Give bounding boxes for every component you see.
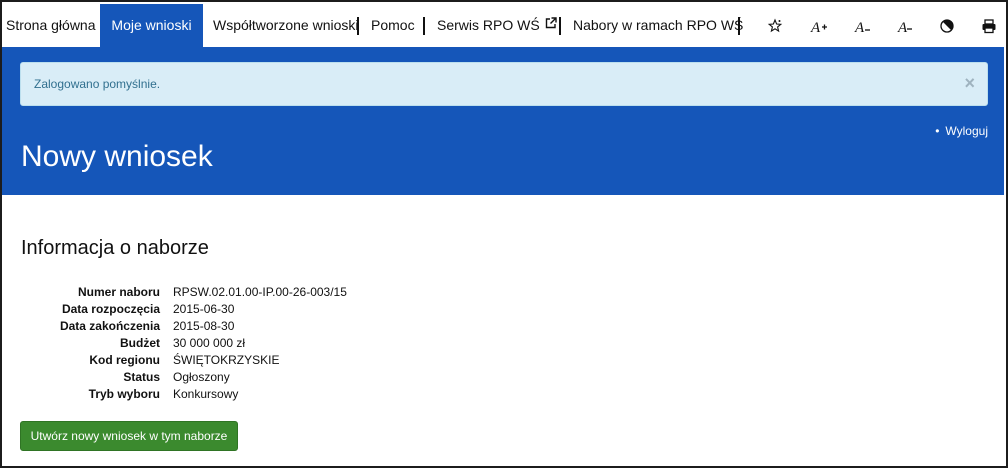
nav-separator [559,17,561,35]
section-title: Informacja o naborze [21,237,209,259]
success-alert: Zalogowano pomyślnie. × [20,62,988,106]
nav-help-label: Pomoc [371,17,415,33]
logout-link[interactable]: • Wyloguj [935,124,988,138]
info-label: Kod regionu [89,353,160,367]
info-label: Data rozpoczęcia [61,302,160,316]
contrast-icon[interactable] [933,4,961,47]
info-label: Tryb wyboru [88,387,160,401]
svg-text:A: A [854,20,865,34]
top-navbar: Strona główna Moje wnioski Współtworzone… [2,4,1004,47]
info-value: Konkursowy [173,387,239,401]
nav-shared-applications[interactable]: Współtworzone wnioski [213,4,359,47]
svg-text:A: A [810,20,821,34]
info-value: 2015-06-30 [173,302,235,316]
info-value: RPSW.02.01.00-IP.00-26-003/15 [173,285,347,299]
font-normal-icon[interactable]: A [848,4,876,47]
font-increase-icon[interactable]: A [805,4,833,47]
alert-close-icon[interactable]: × [964,73,975,93]
nav-separator [738,17,740,35]
nav-help[interactable]: Pomoc [371,4,415,47]
info-row-call-number: Numer naboru RPSW.02.01.00-IP.00-26-003/… [20,285,420,302]
info-row-budget: Budżet 30 000 000 zł [20,336,420,353]
info-value: ŚWIĘTOKRZYSKIE [173,353,280,367]
info-row-status: Status Ogłoszony [20,370,420,387]
nav-home[interactable]: Strona główna [6,4,96,47]
page-header: Zalogowano pomyślnie. × • Wyloguj Nowy wn… [2,47,1004,195]
info-row-selection-mode: Tryb wyboru Konkursowy [20,387,420,404]
logout-label: Wyloguj [945,124,988,138]
font-decrease-icon[interactable]: A [891,4,919,47]
info-row-start-date: Data rozpoczęcia 2015-06-30 [20,302,420,319]
page-title: Nowy wniosek [21,140,213,173]
info-label: Numer naboru [77,285,160,299]
svg-text:A: A [897,20,908,34]
info-label: Status [123,370,160,384]
info-row-end-date: Data zakończenia 2015-08-30 [20,319,420,336]
nav-separator [423,17,425,35]
alert-message: Zalogowano pomyślnie. [34,77,161,91]
create-application-button[interactable]: Utwórz nowy wniosek w tym naborze [20,421,238,451]
nav-rpo-service-label: Serwis RPO WŚ [437,17,540,33]
external-link-icon [545,3,557,46]
nav-home-label: Strona główna [6,17,96,33]
contrast-star-icon[interactable] [761,4,789,47]
info-label: Data zakończenia [59,319,160,333]
nav-rpo-service[interactable]: Serwis RPO WŚ [437,4,557,47]
nav-my-applications[interactable]: Moje wnioski [100,4,203,47]
nav-separator [357,17,359,35]
bullet-icon: • [935,124,940,138]
info-value: Ogłoszony [173,370,230,384]
info-label: Budżet [120,336,160,350]
print-icon[interactable] [975,4,1003,47]
nav-calls-rpo[interactable]: Nabory w ramach RPO WŚ [573,4,743,47]
nav-shared-applications-label: Współtworzone wnioski [213,17,359,33]
nav-my-applications-label: Moje wnioski [111,17,192,33]
nav-calls-rpo-label: Nabory w ramach RPO WŚ [573,17,744,33]
info-value: 2015-08-30 [173,319,235,333]
info-row-region-code: Kod regionu ŚWIĘTOKRZYSKIE [20,353,420,370]
info-value: 30 000 000 zł [173,336,246,350]
